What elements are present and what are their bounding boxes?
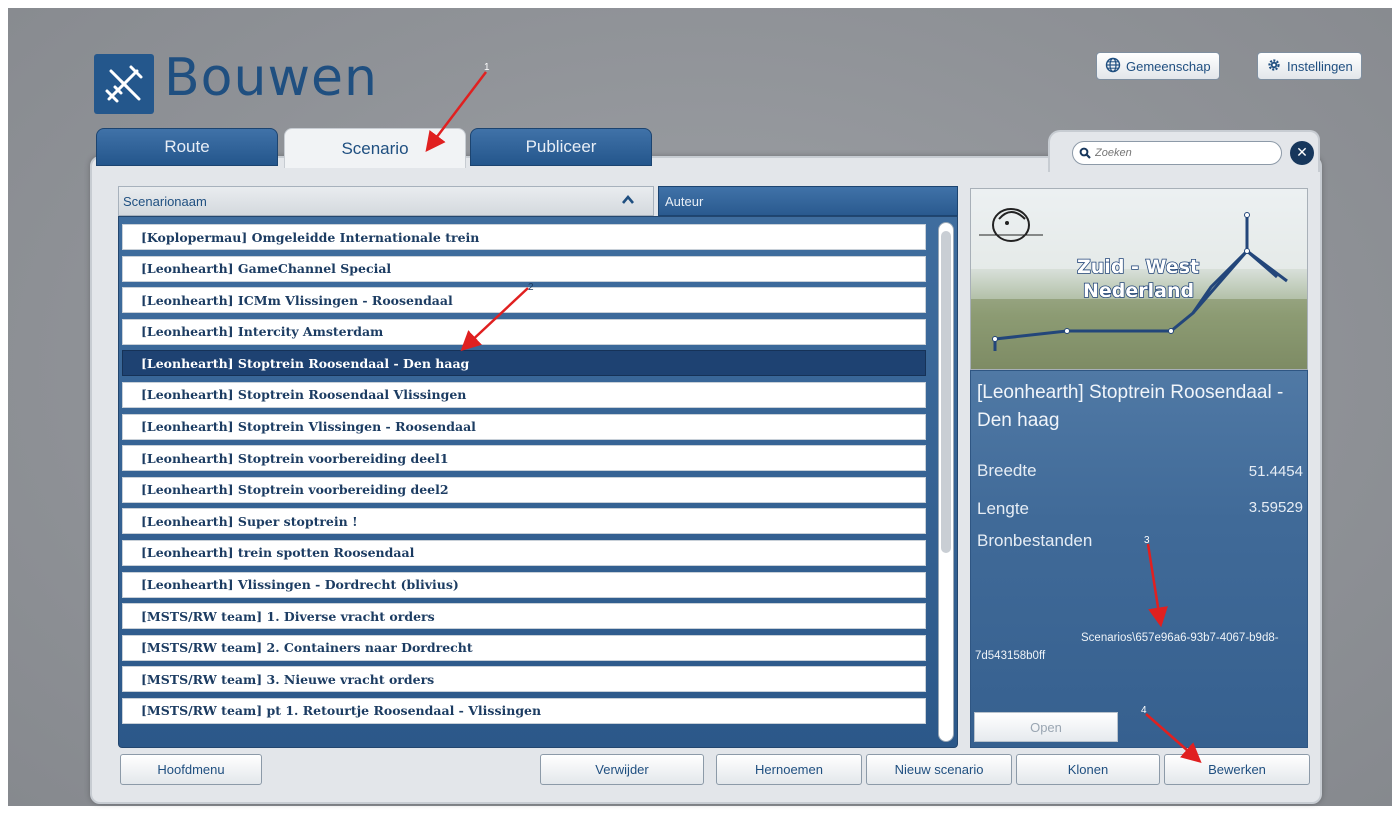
latitude-label: Breedte	[977, 461, 1037, 480]
close-icon[interactable]: ✕	[1290, 141, 1314, 165]
edit-button[interactable]: Bewerken	[1164, 754, 1310, 785]
clone-button[interactable]: Klonen	[1016, 754, 1160, 785]
open-button[interactable]: Open	[974, 712, 1118, 742]
list-item[interactable]: [Leonhearth] trein spotten Roosendaal	[122, 539, 926, 566]
list-item[interactable]: [MSTS/RW team] 3. Nieuwe vracht orders	[122, 666, 926, 693]
globe-icon	[1105, 57, 1121, 76]
scenario-details: [Leonhearth] Stoptrein Roosendaal - Den …	[970, 370, 1308, 748]
scenario-rows: [Koplopermau] Omgeleidde Internationale …	[122, 224, 926, 730]
tab-scenario[interactable]: Scenario	[284, 128, 466, 168]
list-item[interactable]: [MSTS/RW team] pt 1. Retourtje Roosendaa…	[122, 697, 926, 724]
list-item[interactable]: [MSTS/RW team] 1. Diverse vracht orders	[122, 603, 926, 630]
list-item[interactable]: [Leonhearth] Stoptrein voorbereiding dee…	[122, 476, 926, 503]
list-item[interactable]: [Leonhearth] Super stoptrein !	[122, 508, 926, 535]
new-scenario-button[interactable]: Nieuw scenario	[866, 754, 1012, 785]
list-item[interactable]: [Leonhearth] ICMm Vlissingen - Roosendaa…	[122, 287, 926, 314]
app-window: Bouwen Gemeenschap Instellingen Route Sc…	[8, 8, 1392, 806]
main-menu-button[interactable]: Hoofdmenu	[120, 754, 262, 785]
tab-publish[interactable]: Publiceer	[470, 128, 652, 166]
sources-label: Bronbestanden	[977, 531, 1093, 550]
app-title: Bouwen	[164, 48, 378, 108]
list-item[interactable]: [Koplopermau] Omgeleidde Internationale …	[122, 224, 926, 250]
list-item[interactable]: [Leonhearth] Stoptrein Roosendaal Vlissi…	[122, 381, 926, 408]
community-label: Gemeenschap	[1126, 58, 1211, 74]
tab-route[interactable]: Route	[96, 128, 278, 166]
latitude-value: 51.4454	[1248, 463, 1303, 480]
chevron-up-icon[interactable]	[620, 192, 636, 208]
community-button[interactable]: Gemeenschap	[1096, 52, 1220, 80]
gear-icon	[1266, 57, 1282, 76]
search-icon	[1079, 144, 1091, 163]
search-box[interactable]	[1072, 141, 1282, 165]
column-header-name[interactable]: Scenarionaam	[118, 186, 654, 216]
preview-region-line2: Nederland	[1083, 280, 1194, 302]
list-item[interactable]: [Leonhearth] Vlissingen - Dordrecht (bli…	[122, 571, 926, 598]
search-input[interactable]	[1095, 147, 1265, 159]
list-item[interactable]: [Leonhearth] Intercity Amsterdam	[122, 318, 926, 345]
scrollbar-thumb[interactable]	[941, 231, 951, 553]
list-item[interactable]: [Leonhearth] Stoptrein Vlissingen - Roos…	[122, 413, 926, 440]
rename-button[interactable]: Hernoemen	[716, 754, 862, 785]
longitude-label: Lengte	[977, 499, 1029, 518]
tools-icon	[94, 54, 154, 114]
settings-button[interactable]: Instellingen	[1257, 52, 1362, 80]
column-header-author[interactable]: Auteur	[658, 186, 958, 216]
list-item[interactable]: [MSTS/RW team] 2. Containers naar Dordre…	[122, 634, 926, 661]
longitude-value: 3.59529	[1248, 499, 1303, 516]
source-path: Scenarios\657e96a6-93b7-4067-b9d8-7d5431…	[975, 632, 1279, 662]
settings-label: Instellingen	[1287, 58, 1353, 74]
delete-button[interactable]: Verwijder	[540, 754, 704, 785]
preview-region-line1: Zuid - West	[1077, 256, 1199, 278]
list-item[interactable]: [Leonhearth] Stoptrein voorbereiding dee…	[122, 445, 926, 472]
list-item-selected[interactable]: [Leonhearth] Stoptrein Roosendaal - Den …	[122, 350, 926, 377]
scenario-title: [Leonhearth] Stoptrein Roosendaal - Den …	[977, 382, 1284, 431]
route-preview-image: Zuid - West Nederland	[970, 188, 1308, 370]
list-scrollbar[interactable]	[938, 222, 954, 742]
list-item[interactable]: [Leonhearth] GameChannel Special	[122, 255, 926, 282]
